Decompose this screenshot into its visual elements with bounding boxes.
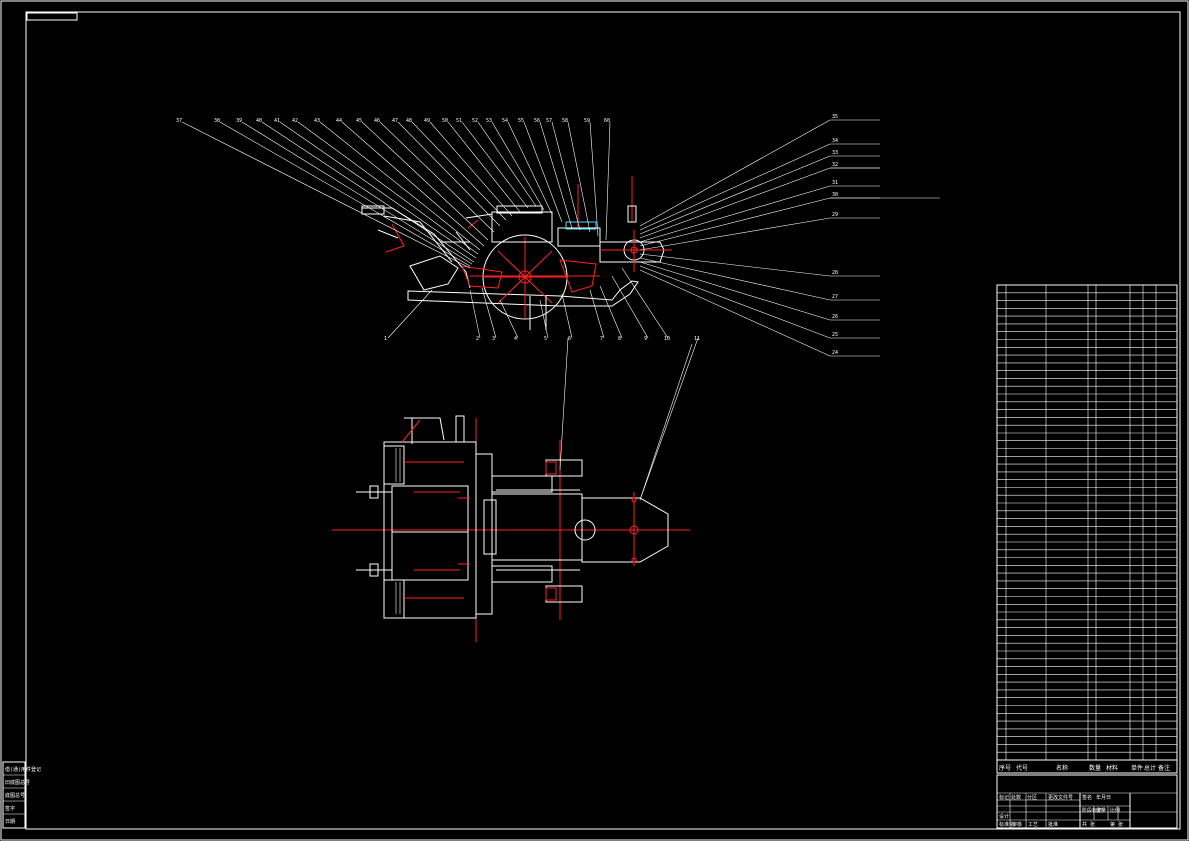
parts-list-header-cell: 单件	[1131, 764, 1143, 772]
title-block-label: 第 张	[1110, 821, 1123, 828]
balloon-label: 7	[600, 336, 603, 342]
drawing-number-box	[26, 12, 78, 21]
balloon-label: 57	[546, 118, 552, 124]
title-block-label: 共 张	[1082, 821, 1095, 828]
balloon-label: 26	[832, 314, 838, 320]
title-block-label: 年月日	[1096, 794, 1111, 801]
balloon-label: 6	[568, 336, 571, 342]
balloon-label: 33	[832, 150, 838, 156]
balloon-label: 8	[618, 336, 621, 342]
plan-view	[332, 415, 690, 642]
balloon-label: 47	[392, 118, 398, 124]
balloon-label: 27	[832, 294, 838, 300]
balloon-label: 25	[832, 332, 838, 338]
balloon-label: 41	[274, 118, 280, 124]
title-block-label: 重量	[1096, 807, 1106, 814]
title-block-label: 比例	[1110, 807, 1120, 814]
title-block: 标记 处数 分区 更改文件号 签名 年月日设计标准化阶段标记重量 比例审核 工艺 批准共 张第 …	[996, 774, 1178, 829]
balloon-label: 4	[514, 336, 517, 342]
balloon-label: 24	[832, 350, 838, 356]
parts-list-header-cell: 备注	[1158, 764, 1170, 772]
title-block-label: 处数	[1011, 794, 1021, 801]
balloon-label: 3	[492, 336, 495, 342]
side-stamp-label: 日期	[5, 819, 15, 825]
balloon-label: 32	[832, 162, 838, 168]
side-stamp-label: 旧底图总号	[5, 779, 30, 786]
balloon-label: 52	[472, 118, 478, 124]
title-block-label: 分区	[1027, 794, 1037, 801]
balloon-label: 60	[604, 118, 610, 124]
balloon-label: 51	[456, 118, 462, 124]
balloon-label: 2	[476, 336, 479, 342]
parts-list-header-cell: 序号	[999, 764, 1011, 772]
balloon-label: 5	[544, 336, 547, 342]
gearbox	[557, 227, 601, 247]
balloon-label: 46	[374, 118, 380, 124]
sheet-outer-border	[0, 0, 1189, 841]
part-leaders: 37 38 39 40 41 42 43 44 45 46 47 48 49 50 51 52 53 54 55 56…	[176, 114, 940, 501]
title-block-label: 标记	[999, 794, 1009, 801]
balloon-label: 53	[486, 118, 492, 124]
balloon-label: 30	[832, 192, 838, 198]
balloon-label: 58	[562, 118, 568, 124]
balloon-label: 34	[832, 138, 838, 144]
title-block-label: 设计	[999, 813, 1009, 820]
upper-housing	[491, 211, 553, 243]
balloon-label: 42	[292, 118, 298, 124]
balloon-label: 40	[256, 118, 262, 124]
balloon-label: 43	[314, 118, 320, 124]
balloon-label: 48	[406, 118, 412, 124]
parts-list-header-cell: 代号	[1016, 764, 1028, 772]
balloon-label: 49	[424, 118, 430, 124]
balloon-label: 38	[214, 118, 220, 124]
title-block-label: 更改文件号	[1048, 794, 1073, 801]
balloon-label: 29	[832, 212, 838, 218]
title-block-label: 批准	[1048, 821, 1058, 828]
balloon-label: 55	[518, 118, 524, 124]
title-block-label: 审核	[1012, 821, 1022, 828]
assembly-drawing: 借(通)用件登记旧底图总号底图总号签字日期 37 38 39 40 41 42 …	[0, 0, 1189, 841]
balloon-label: 11	[694, 336, 700, 342]
title-block-label: 签名	[1082, 794, 1092, 801]
balloon-label: 59	[584, 118, 590, 124]
title-block-label: 工艺	[1028, 822, 1038, 828]
side-stamp-label: 底图总号	[5, 792, 25, 799]
gearbox-plan	[491, 493, 583, 561]
balloon-label: 39	[236, 118, 242, 124]
side-elevation-view	[361, 176, 672, 330]
balloon-label: 56	[534, 118, 540, 124]
balloon-label: 28	[832, 270, 838, 276]
skid-frame	[407, 280, 639, 307]
parts-list-header-cell: 数量	[1089, 764, 1101, 772]
drawing-frame	[25, 11, 1181, 830]
side-stamp: 借(通)用件登记旧底图总号底图总号签字日期	[2, 761, 41, 829]
parts-list-header-cell: 名称	[1056, 764, 1068, 772]
balloon-label: 50	[442, 118, 448, 124]
side-stamp-label: 借(通)用件登记	[5, 766, 41, 773]
balloon-label: 45	[356, 118, 362, 124]
parts-list-table: 序号 代号 名称 数量 材料 单件 总计 备注	[996, 284, 1178, 774]
balloon-label: 10	[664, 336, 670, 342]
balloon-label: 54	[502, 118, 508, 124]
balloon-label: 44	[336, 118, 342, 124]
balloon-label: 31	[832, 180, 838, 186]
balloon-label: 35	[832, 114, 838, 120]
balloon-label: 9	[644, 336, 647, 342]
side-stamp-label: 签字	[5, 805, 15, 812]
parts-list-header-cell: 总计	[1144, 764, 1156, 772]
balloon-label: 1	[384, 336, 387, 342]
balloon-label: 37	[176, 118, 182, 124]
parts-list-header-cell: 材料	[1106, 764, 1118, 772]
